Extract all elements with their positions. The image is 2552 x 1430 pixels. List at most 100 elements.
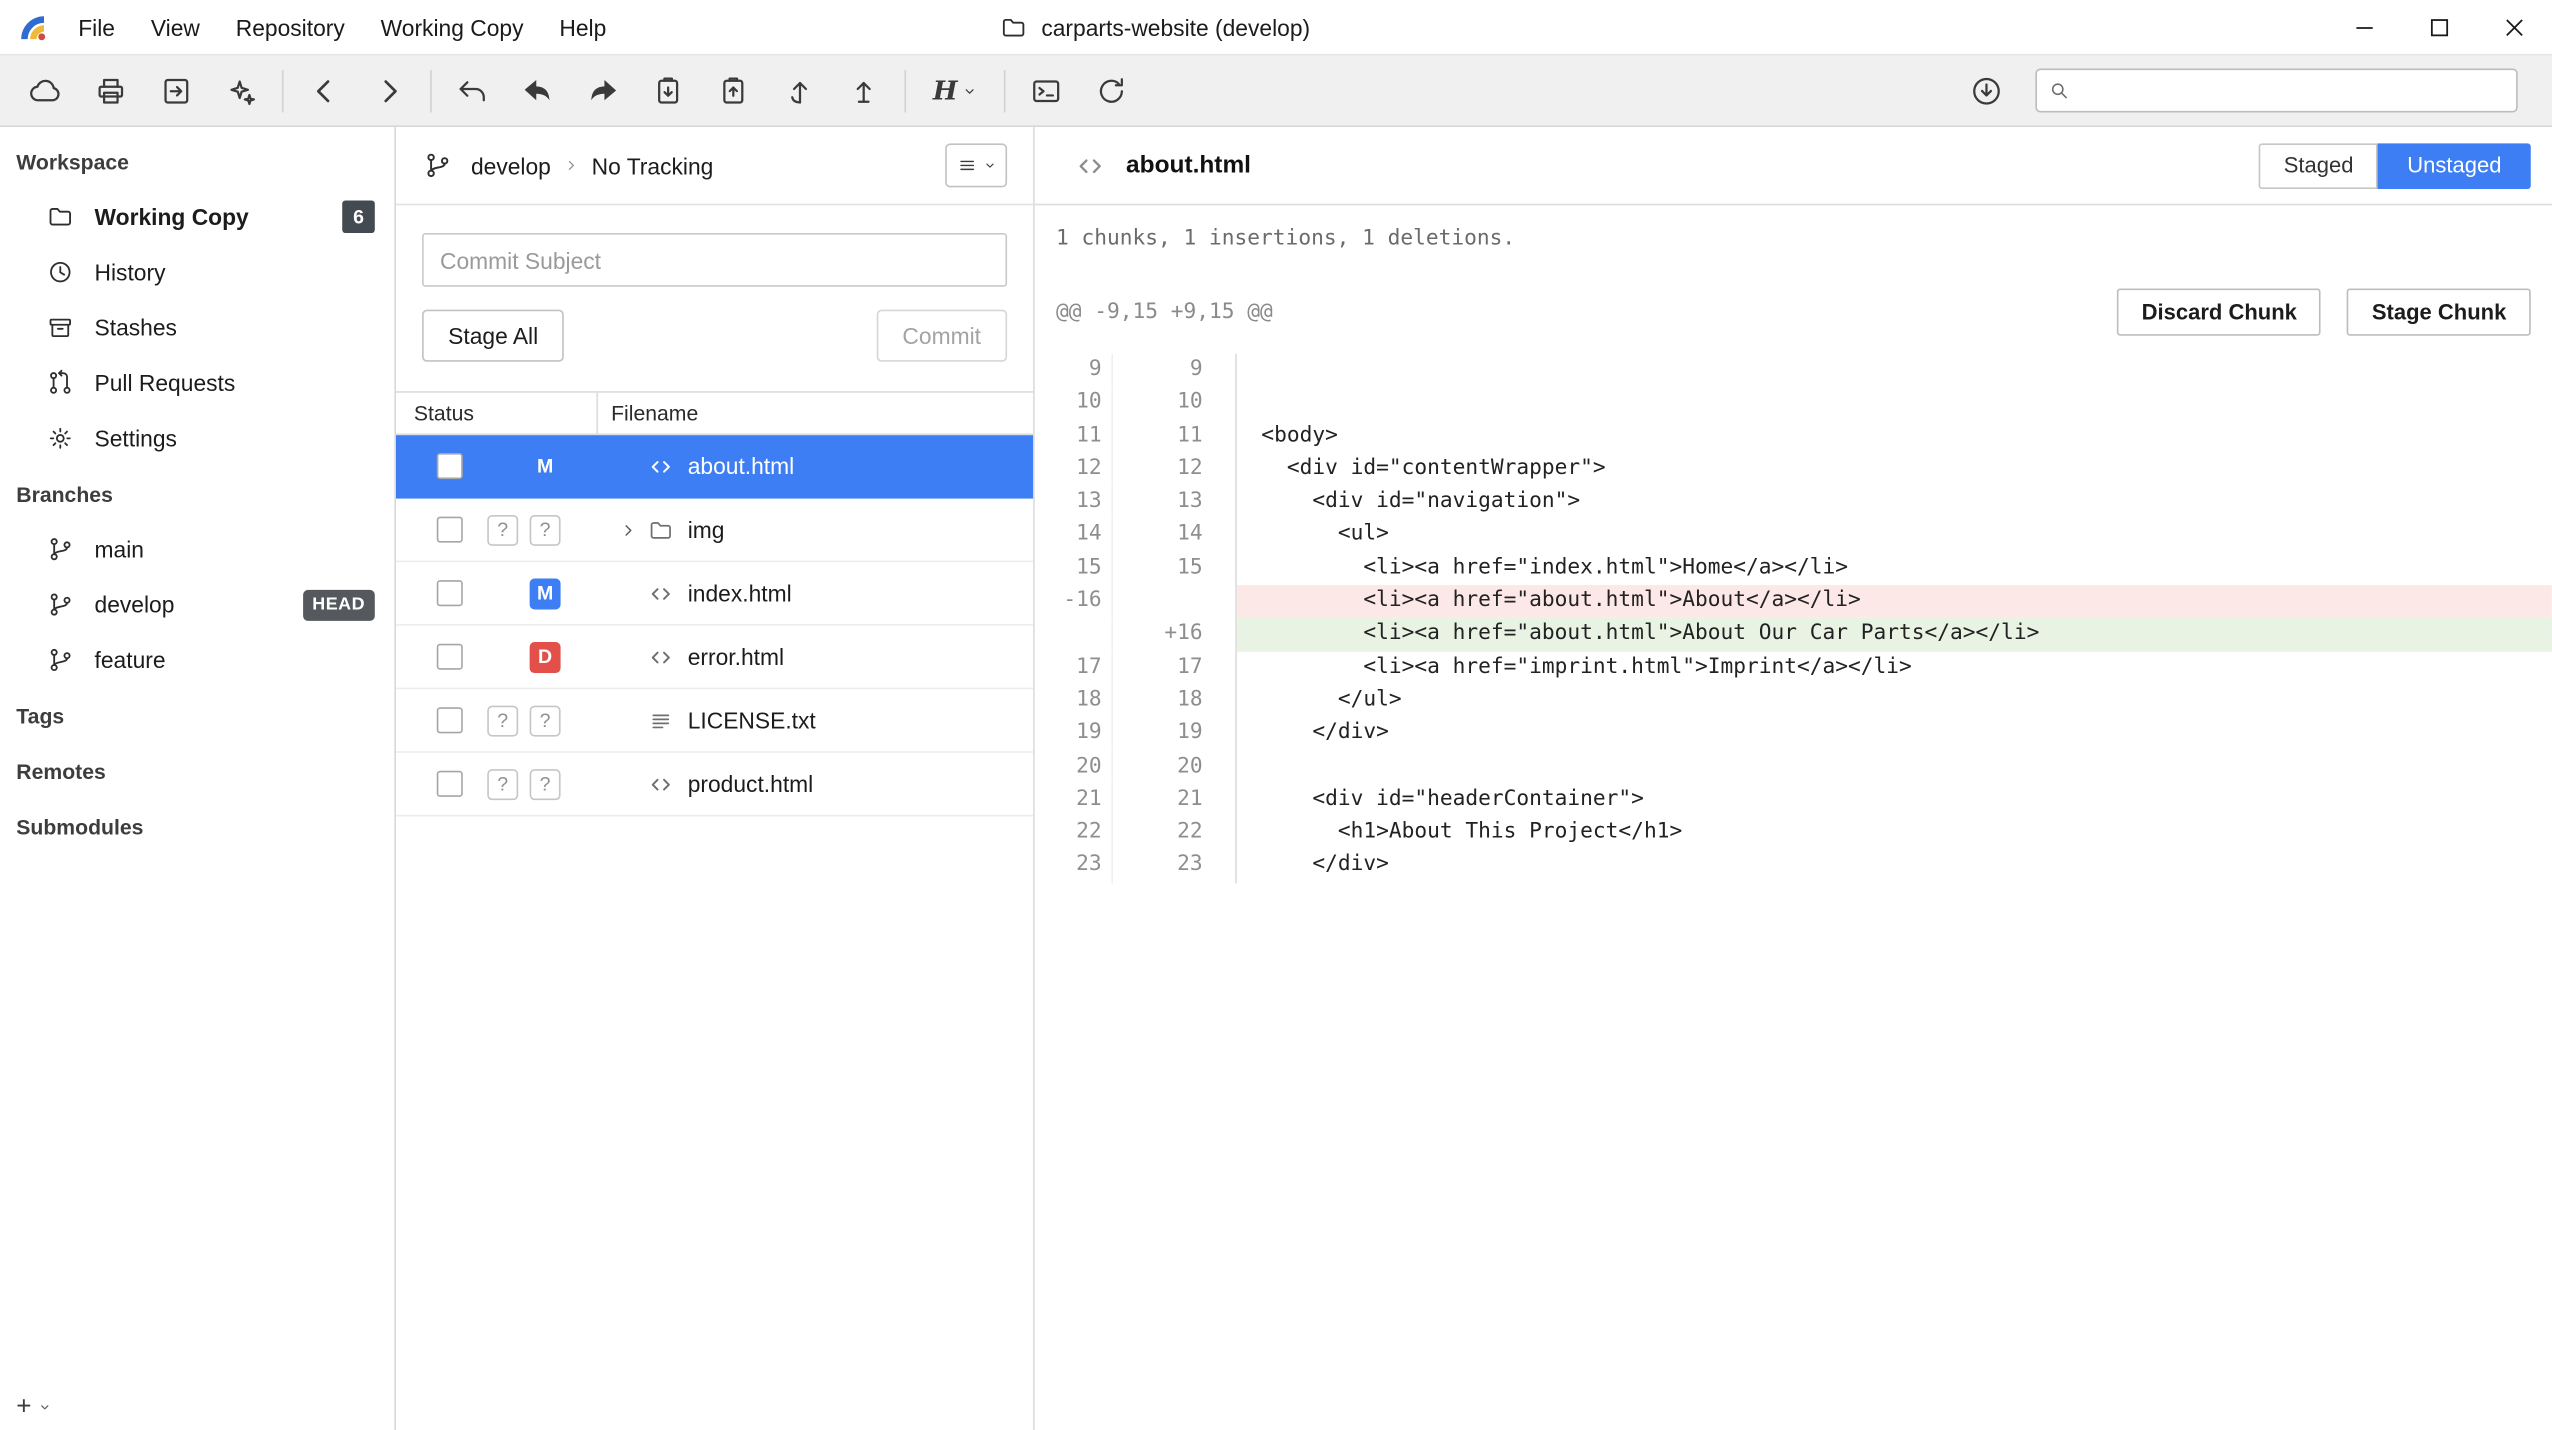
code-file-icon <box>644 769 677 798</box>
arrow-up-icon <box>846 73 882 109</box>
file-row-error-html[interactable]: D error.html <box>396 626 1033 690</box>
file-row-img[interactable]: ?? img <box>396 499 1033 563</box>
branch-icon <box>46 645 75 674</box>
unstaged-tab[interactable]: Unstaged <box>2378 143 2531 189</box>
sidebar-item-settings[interactable]: Settings <box>0 411 394 466</box>
merge-right-button[interactable] <box>570 59 635 121</box>
chevron-spacer <box>611 579 644 607</box>
minimize-icon <box>2355 17 2375 37</box>
expand-chevron-icon[interactable] <box>611 516 644 544</box>
commit-options-button[interactable] <box>945 143 1007 187</box>
new-line-number: 13 <box>1113 486 1237 519</box>
stage-chunk-button[interactable]: Stage Chunk <box>2347 288 2530 335</box>
cloud-button[interactable] <box>13 59 78 121</box>
commit-button[interactable]: Commit <box>876 310 1007 362</box>
sidebar-item-working-copy[interactable]: Working Copy6 <box>0 189 394 244</box>
file-name: index.html <box>688 580 792 606</box>
stage-checkbox[interactable] <box>437 644 463 670</box>
status-badges: ?? <box>469 768 560 799</box>
commit-subject-input[interactable] <box>422 233 1007 287</box>
menubar: File View Repository Working Copy Help <box>60 0 624 54</box>
staged-tab[interactable]: Staged <box>2259 143 2378 189</box>
old-line-number: 13 <box>1035 486 1113 519</box>
arrow-up-button[interactable] <box>831 59 896 121</box>
search-icon <box>2047 78 2071 102</box>
sidebar-item-pull-requests[interactable]: Pull Requests <box>0 355 394 410</box>
back-button[interactable] <box>292 59 357 121</box>
stash-icon <box>650 73 686 109</box>
old-line-number: 15 <box>1035 552 1113 585</box>
merge-left-button[interactable] <box>505 59 570 121</box>
diff-line-context: 1414 <ul> <box>1035 519 2552 552</box>
file-row-license-txt[interactable]: ?? LICENSE.txt <box>396 689 1033 753</box>
toolbar: H <box>0 54 2552 127</box>
commit-actions: Stage All Commit <box>422 310 1007 362</box>
current-branch[interactable]: develop <box>471 152 551 178</box>
stash-button[interactable] <box>636 59 701 121</box>
menu-file[interactable]: File <box>60 0 133 54</box>
search-box[interactable] <box>2035 68 2517 112</box>
file-row-index-html[interactable]: M index.html <box>396 562 1033 626</box>
titlebar: File View Repository Working Copy Help c… <box>0 0 2552 54</box>
minimize-button[interactable] <box>2327 0 2402 54</box>
application-window: File View Repository Working Copy Help c… <box>0 0 2552 1430</box>
menu-help[interactable]: Help <box>541 0 624 54</box>
chevron-down-icon <box>961 82 977 98</box>
terminal-button[interactable] <box>1014 59 1079 121</box>
file-name-cell: product.html <box>598 769 1033 798</box>
new-line-number: 11 <box>1113 420 1237 453</box>
printer-icon <box>93 73 129 109</box>
menu-working-copy[interactable]: Working Copy <box>363 0 542 54</box>
sidebar-section-tags[interactable]: Tags <box>0 688 394 743</box>
diff-line-context: 2323 </div> <box>1035 850 2552 883</box>
stage-checkbox[interactable] <box>437 453 463 479</box>
branch-icon <box>46 535 75 564</box>
new-line-number: 10 <box>1113 387 1237 420</box>
add-repository-button[interactable]: + <box>16 1392 52 1421</box>
refresh-button[interactable] <box>1079 59 1144 121</box>
new-line-number: 17 <box>1113 651 1237 684</box>
file-status-cell: M <box>396 578 598 609</box>
menu-view[interactable]: View <box>133 0 218 54</box>
sidebar-item-feature[interactable]: feature <box>0 632 394 687</box>
unstash-button[interactable] <box>701 59 766 121</box>
stage-all-button[interactable]: Stage All <box>422 310 564 362</box>
file-row-product-html[interactable]: ?? product.html <box>396 753 1033 817</box>
stage-checkbox[interactable] <box>437 771 463 797</box>
sidebar-item-history[interactable]: History <box>0 244 394 299</box>
sidebar-item-stashes[interactable]: Stashes <box>0 300 394 355</box>
walk-up-button[interactable] <box>766 59 831 121</box>
toolbar-separator <box>904 69 906 111</box>
sparkle-button[interactable] <box>209 59 274 121</box>
file-status-cell: D <box>396 641 598 672</box>
sidebar-item-label: feature <box>95 647 166 673</box>
branch-icon <box>46 590 75 619</box>
file-row-about-html[interactable]: M about.html <box>396 435 1033 499</box>
sidebar-section-remotes[interactable]: Remotes <box>0 743 394 798</box>
sidebar-item-develop[interactable]: developHEAD <box>0 577 394 632</box>
file-name-cell: img <box>598 515 1033 544</box>
diff-code: <body> <box>1237 420 2552 453</box>
discard-chunk-button[interactable]: Discard Chunk <box>2117 288 2321 335</box>
old-line-number: 18 <box>1035 684 1113 717</box>
revert-icon <box>455 73 491 109</box>
hunk-mode-button[interactable]: H <box>914 59 995 121</box>
diff-panel: about.html Staged Unstaged 1 chunks, 1 i… <box>1035 127 2552 1430</box>
maximize-button[interactable] <box>2402 0 2477 54</box>
stage-checkbox[interactable] <box>437 707 463 733</box>
download-button[interactable] <box>1954 59 2019 121</box>
stage-checkbox[interactable] <box>437 517 463 543</box>
file-name: LICENSE.txt <box>688 707 816 733</box>
revert-button[interactable] <box>440 59 505 121</box>
new-line-number: 21 <box>1113 784 1237 817</box>
menu-repository[interactable]: Repository <box>218 0 363 54</box>
search-input[interactable] <box>2081 78 2506 102</box>
open-repo-button[interactable] <box>143 59 208 121</box>
forward-button[interactable] <box>357 59 422 121</box>
sidebar-item-main[interactable]: main <box>0 521 394 576</box>
old-line-number <box>1035 618 1113 651</box>
close-button[interactable] <box>2477 0 2552 54</box>
sidebar-section-submodules[interactable]: Submodules <box>0 799 394 854</box>
stage-checkbox[interactable] <box>437 580 463 606</box>
printer-button[interactable] <box>78 59 143 121</box>
